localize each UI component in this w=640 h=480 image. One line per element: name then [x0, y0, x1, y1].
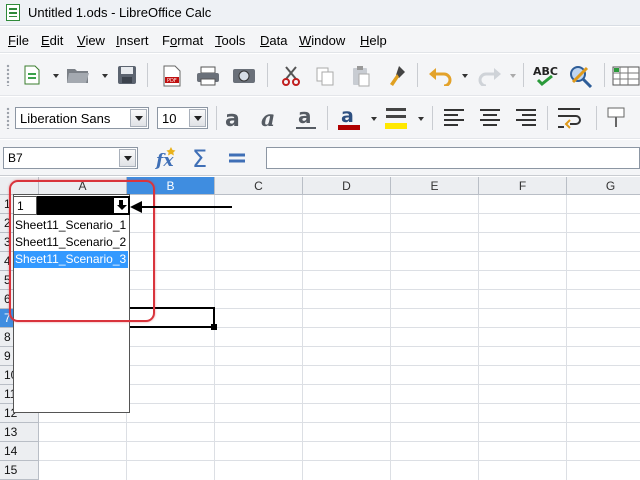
paste-icon[interactable]	[350, 65, 372, 87]
svg-text:PDF: PDF	[167, 78, 177, 84]
new-document-icon[interactable]	[22, 65, 42, 85]
font-name-combo[interactable]: Liberation Sans	[15, 107, 149, 129]
bold-icon[interactable]: a	[222, 105, 246, 131]
menu-tools[interactable]: Tools	[215, 33, 245, 48]
align-right-icon[interactable]	[514, 107, 538, 129]
name-box-value: B7	[8, 151, 23, 165]
formula-equals-icon[interactable]	[226, 145, 248, 171]
row-header[interactable]: 14	[0, 442, 39, 461]
standard-toolbar: PDF ABC	[0, 54, 640, 96]
calc-document-icon	[6, 4, 20, 21]
annotation-arrowhead-icon	[130, 201, 142, 213]
menu-data[interactable]: Data	[260, 33, 287, 48]
font-name-value: Liberation Sans	[20, 111, 111, 126]
svg-text:ABC: ABC	[533, 65, 558, 78]
font-color-icon[interactable]: a	[336, 105, 362, 131]
annotation-arrow-icon	[140, 206, 232, 208]
copy-icon[interactable]	[314, 65, 336, 87]
toolbar-grip-icon[interactable]	[6, 107, 10, 129]
svg-text:a: a	[298, 105, 312, 128]
spellcheck-icon[interactable]: ABC	[532, 63, 560, 87]
window-title: Untitled 1.ods - LibreOffice Calc	[28, 5, 212, 20]
redo-dropdown-arrow[interactable]	[510, 74, 516, 78]
highlight-color-icon[interactable]	[383, 105, 409, 131]
grid-icon[interactable]	[612, 65, 640, 87]
autospellcheck-icon[interactable]	[568, 64, 594, 88]
chevron-down-icon[interactable]	[189, 109, 206, 127]
align-center-icon[interactable]	[478, 107, 502, 129]
highlight-dropdown-arrow[interactable]	[418, 117, 424, 121]
name-box[interactable]: B7	[3, 147, 138, 169]
menu-bar: File Edit View Insert Format Tools Data …	[0, 27, 640, 53]
svg-text:Σ: Σ	[192, 146, 207, 170]
formatting-toolbar: Liberation Sans 10 a a a a	[0, 97, 640, 139]
chevron-down-icon[interactable]	[130, 109, 147, 127]
menu-format[interactable]: Format	[162, 33, 203, 48]
column-header-g[interactable]: G	[567, 177, 640, 195]
toolbar-grip-icon[interactable]	[6, 64, 10, 86]
wrap-text-icon[interactable]	[556, 106, 584, 130]
function-wizard-icon[interactable]: fx	[153, 145, 179, 171]
column-header-d[interactable]: D	[303, 177, 391, 195]
menu-file[interactable]: File	[8, 33, 29, 48]
clone-formatting-icon[interactable]	[386, 65, 408, 87]
underline-icon[interactable]: a	[294, 105, 318, 131]
svg-text:a: a	[225, 107, 240, 130]
fill-handle[interactable]	[211, 324, 217, 330]
menu-edit[interactable]: Edit	[41, 33, 63, 48]
menu-insert[interactable]: Insert	[116, 33, 149, 48]
open-dropdown-arrow[interactable]	[102, 74, 108, 78]
export-pdf-icon[interactable]: PDF	[162, 65, 182, 87]
column-header-f[interactable]: F	[479, 177, 567, 195]
menu-help[interactable]: Help	[360, 33, 387, 48]
italic-icon[interactable]: a	[258, 105, 282, 131]
open-folder-icon[interactable]	[66, 65, 90, 85]
print-icon[interactable]	[196, 65, 220, 87]
font-color-dropdown-arrow[interactable]	[371, 117, 377, 121]
column-header-e[interactable]: E	[391, 177, 479, 195]
font-size-value: 10	[162, 111, 177, 126]
svg-text:a: a	[341, 105, 354, 127]
cut-icon[interactable]	[280, 65, 302, 87]
save-icon[interactable]	[116, 65, 138, 85]
redo-icon[interactable]	[476, 65, 502, 87]
chevron-down-icon[interactable]	[119, 149, 136, 167]
column-header-c[interactable]: C	[215, 177, 303, 195]
row-header[interactable]: 13	[0, 423, 39, 442]
menu-view[interactable]: View	[77, 33, 105, 48]
menu-window[interactable]: Window	[299, 33, 345, 48]
align-left-icon[interactable]	[442, 107, 466, 129]
svg-text:a: a	[261, 106, 275, 130]
spreadsheet-grid[interactable]: A B C D E F G 1 2 3 4 5 6 7 8 9 10 11 12…	[0, 177, 640, 480]
undo-icon[interactable]	[428, 65, 454, 87]
sum-icon[interactable]: Σ	[190, 145, 212, 171]
row-header[interactable]: 15	[0, 461, 39, 480]
merge-icon[interactable]	[604, 106, 628, 130]
font-size-combo[interactable]: 10	[157, 107, 208, 129]
formula-bar: B7 fx Σ	[0, 140, 640, 176]
formula-input[interactable]	[266, 147, 640, 169]
new-dropdown-arrow[interactable]	[53, 74, 59, 78]
title-bar: Untitled 1.ods - LibreOffice Calc	[0, 0, 640, 26]
undo-dropdown-arrow[interactable]	[462, 74, 468, 78]
print-preview-icon[interactable]	[232, 65, 256, 87]
